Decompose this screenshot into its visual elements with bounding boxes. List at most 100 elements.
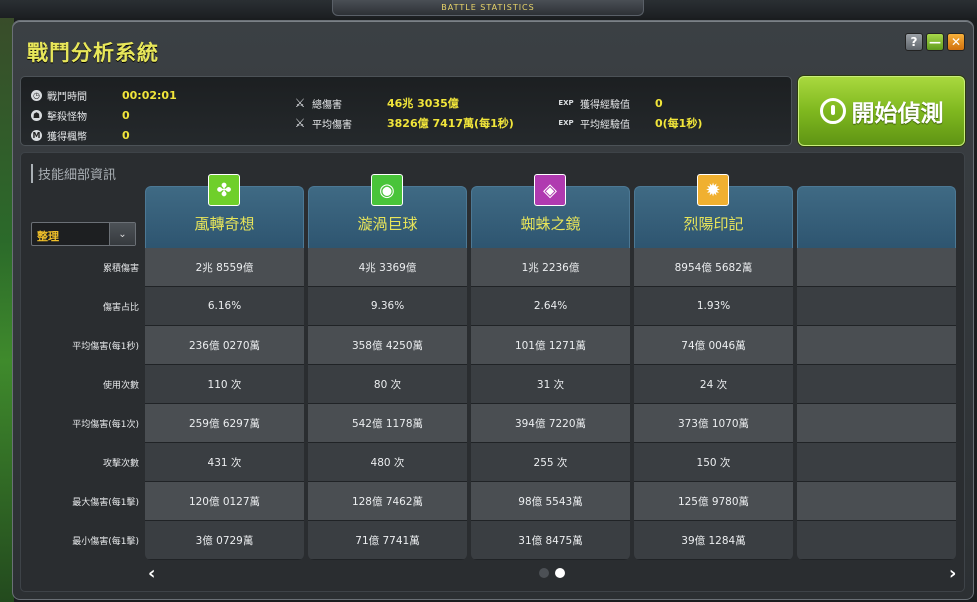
skill-stats: 8954億 5682萬 1.93% 74億 0046萬 24 次 373億 1070萬 1… <box>634 248 793 560</box>
stat-cell: 24 次 <box>634 365 793 404</box>
stat-cell: 542億 1178萬 <box>308 404 467 443</box>
summary-label: 戰鬥時間 <box>47 91 87 103</box>
stat-cell: 6.16% <box>145 287 304 326</box>
summary-row-exp: EXP 獲得經驗值 0 <box>557 93 702 113</box>
stat-cell <box>797 443 956 482</box>
prev-page-arrow[interactable]: ‹ <box>148 563 155 584</box>
row-label: 最大傷害(每1擊) <box>72 498 139 508</box>
stat-cell: 3億 0729萬 <box>145 521 304 560</box>
skill-column: ◈ 蜘蛛之鏡 1兆 2236億 2.64% 101億 1271萬 31 次 394億 722… <box>471 174 630 560</box>
skill-column: ✤ 颪轉奇想 2兆 8559億 6.16% 236億 0270萬 110 次 259億 62… <box>145 174 304 560</box>
skill-stats <box>797 248 956 560</box>
meso-icon: M <box>31 129 42 141</box>
stat-cell: 80 次 <box>308 365 467 404</box>
tab-label: BATTLE STATISTICS <box>441 3 535 12</box>
summary-label: 平均傷害 <box>312 119 352 131</box>
row-label: 平均傷害(每1秒) <box>72 342 139 352</box>
battle-analysis-window: 戰鬥分析系統 ? — ✕ ◷ 戰鬥時間 00:02:01 ☗ 擊殺怪物 0 M … <box>12 20 974 600</box>
summary-value: 0(每1秒) <box>655 117 703 130</box>
stat-cell <box>797 482 956 521</box>
stat-cell <box>797 404 956 443</box>
stat-cell: 31億 8475萬 <box>471 521 630 560</box>
row-label: 傷害占比 <box>102 303 139 313</box>
stat-cell: 394億 7220萬 <box>471 404 630 443</box>
skill-name: 漩渦巨球 <box>357 215 418 233</box>
minimize-button[interactable]: — <box>926 33 944 51</box>
gauge-icon <box>819 98 846 124</box>
row-label: 累積傷害 <box>102 264 139 274</box>
summary-value: 0 <box>122 108 130 122</box>
skill-header[interactable]: ✹ 烈陽印記 <box>634 174 793 248</box>
summary-panel: ◷ 戰鬥時間 00:02:01 ☗ 擊殺怪物 0 M 獲得楓幣 0 ⚔ 總傷害 … <box>20 76 792 146</box>
skill-column: ◉ 漩渦巨球 4兆 3369億 9.36% 358億 4250萬 80 次 542億 117… <box>308 174 467 560</box>
skill-header[interactable]: ◉ 漩渦巨球 <box>308 174 467 248</box>
stat-cell <box>797 287 956 326</box>
stat-cell: 8954億 5682萬 <box>634 248 793 287</box>
row-labels: 累積傷害 傷害占比 平均傷害(每1秒) 使用次數 平均傷害(每1次) 攻擊次數 … <box>31 248 146 560</box>
page-dot[interactable] <box>539 568 549 578</box>
summary-value: 46兆 3035億 <box>387 97 459 110</box>
help-button[interactable]: ? <box>905 33 923 51</box>
row-label: 使用次數 <box>102 381 139 391</box>
stat-cell: 125億 9780萬 <box>634 482 793 521</box>
sword-icon: ⚔ <box>294 116 306 130</box>
close-button[interactable]: ✕ <box>947 33 965 51</box>
stat-cell: 39億 1284萬 <box>634 521 793 560</box>
stat-cell: 2.64% <box>471 287 630 326</box>
stat-cell: 9.36% <box>308 287 467 326</box>
stat-cell: 236億 0270萬 <box>145 326 304 365</box>
stat-cell: 255 次 <box>471 443 630 482</box>
exp-icon: EXP <box>558 99 574 107</box>
stat-cell: 431 次 <box>145 443 304 482</box>
row-label: 攻擊次數 <box>102 459 139 469</box>
stat-cell: 150 次 <box>634 443 793 482</box>
summary-row-avg-damage: ⚔ 平均傷害 3826億 7417萬(每1秒) <box>293 113 514 133</box>
sword-icon: ⚔ <box>294 96 306 110</box>
skill-stats: 2兆 8559億 6.16% 236億 0270萬 110 次 259億 6297萬 43… <box>145 248 304 560</box>
stat-cell: 358億 4250萬 <box>308 326 467 365</box>
stat-cell: 110 次 <box>145 365 304 404</box>
skill-name: 蜘蛛之鏡 <box>520 215 581 233</box>
skill-icon: ✤ <box>208 174 240 206</box>
stat-cell: 31 次 <box>471 365 630 404</box>
skill-icon: ◈ <box>534 174 566 206</box>
skill-header[interactable]: ✤ 颪轉奇想 <box>145 174 304 248</box>
detail-title: 技能細部資訊 <box>31 164 116 183</box>
monster-icon: ☗ <box>31 109 42 121</box>
skill-stats: 4兆 3369億 9.36% 358億 4250萬 80 次 542億 1178萬 480… <box>308 248 467 560</box>
sort-selected: 整理 <box>37 230 59 243</box>
stat-cell: 4兆 3369億 <box>308 248 467 287</box>
summary-value: 00:02:01 <box>122 88 177 102</box>
sort-dropdown[interactable]: 整理 ⌄ <box>31 222 136 246</box>
skill-icon: ✹ <box>697 174 729 206</box>
clock-icon: ◷ <box>31 89 42 101</box>
summary-row-total-damage: ⚔ 總傷害 46兆 3035億 <box>293 93 514 113</box>
summary-col-3: EXP 獲得經驗值 0 EXP 平均經驗值 0(每1秒) <box>557 93 702 133</box>
summary-label: 平均經驗值 <box>580 119 630 131</box>
skill-name: 烈陽印記 <box>683 215 744 233</box>
stat-cell: 101億 1271萬 <box>471 326 630 365</box>
stat-cell: 74億 0046萬 <box>634 326 793 365</box>
page-dot[interactable] <box>555 568 565 578</box>
summary-row-battle-time: ◷ 戰鬥時間 00:02:01 <box>31 85 177 105</box>
summary-label: 獲得經驗值 <box>580 99 630 111</box>
summary-label: 擊殺怪物 <box>47 111 87 123</box>
stat-cell <box>797 326 956 365</box>
skill-column <box>797 186 956 560</box>
chevron-down-icon[interactable]: ⌄ <box>109 223 135 245</box>
row-label: 平均傷害(每1次) <box>72 420 139 430</box>
stat-cell: 2兆 8559億 <box>145 248 304 287</box>
stat-cell: 1.93% <box>634 287 793 326</box>
summary-value: 0 <box>122 128 130 142</box>
stat-cell: 71億 7741萬 <box>308 521 467 560</box>
battle-statistics-tab[interactable]: BATTLE STATISTICS <box>332 0 644 16</box>
skill-header[interactable]: ◈ 蜘蛛之鏡 <box>471 174 630 248</box>
summary-row-meso: M 獲得楓幣 0 <box>31 125 177 145</box>
summary-label: 總傷害 <box>312 99 342 111</box>
stat-cell <box>797 365 956 404</box>
next-page-arrow[interactable]: › <box>949 563 956 584</box>
summary-value: 0 <box>655 96 663 110</box>
start-detection-button[interactable]: 開始偵測 <box>798 76 965 146</box>
row-label: 最小傷害(每1擊) <box>72 537 139 547</box>
skill-header[interactable] <box>797 186 956 248</box>
